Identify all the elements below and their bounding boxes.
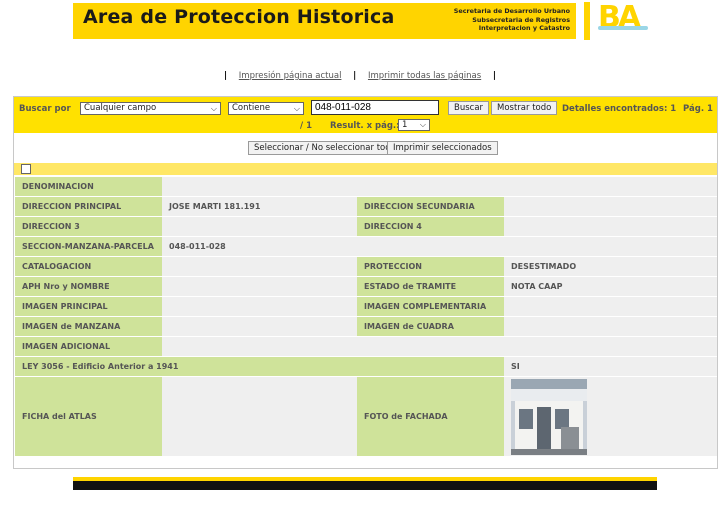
page-title: Area de Proteccion Historica xyxy=(83,6,395,28)
search-bar: Buscar por Cualquier campo ⌵ Contiene ⌵ … xyxy=(14,97,717,133)
facade-photo[interactable] xyxy=(511,378,587,455)
field-label: DIRECCION SECUNDARIA xyxy=(357,197,504,217)
field-value xyxy=(162,277,357,297)
field-value xyxy=(504,297,717,317)
field-label: DIRECCION PRINCIPAL xyxy=(15,197,162,217)
records-found-label: Detalles encontrados: 1 xyxy=(562,104,677,114)
chevron-down-icon: ⌵ xyxy=(210,104,217,113)
subtitle-line: Subsecretaria de Registros xyxy=(472,15,570,24)
field-value xyxy=(504,377,717,457)
field-value xyxy=(162,177,717,197)
search-by-label: Buscar por xyxy=(19,104,71,114)
field-value: 048-011-028 xyxy=(162,237,717,257)
table-row: IMAGEN ADICIONAL xyxy=(15,337,717,357)
table-row: SECCION-MANZANA-PARCELA 048-011-028 xyxy=(15,237,717,257)
table-row: APH Nro y NOMBRE ESTADO de TRAMITE NOTA … xyxy=(15,277,717,297)
header-subtitle: Secretaria de Desarrollo Urbano Subsecre… xyxy=(454,7,570,33)
logo-bar xyxy=(584,2,590,40)
field-value: DESESTIMADO xyxy=(504,257,717,277)
field-select[interactable]: Cualquier campo ⌵ xyxy=(80,102,221,115)
field-label: IMAGEN de CUADRA xyxy=(357,317,504,337)
field-value xyxy=(162,297,357,317)
field-label: DIRECCION 3 xyxy=(15,217,162,237)
field-label: IMAGEN ADICIONAL xyxy=(15,337,162,357)
link-separator: | xyxy=(492,71,496,81)
field-label: IMAGEN de MANZANA xyxy=(15,317,162,337)
show-all-button[interactable]: Mostrar todo xyxy=(491,101,558,115)
field-value: SI xyxy=(504,357,717,377)
field-value xyxy=(162,217,357,237)
link-separator: | xyxy=(223,71,228,81)
page-number-label: Pág. 1 xyxy=(683,104,713,114)
table-row: CATALOGACION PROTECCION DESESTIMADO xyxy=(15,257,717,277)
field-value: NOTA CAAP xyxy=(504,277,717,297)
select-all-button[interactable]: Seleccionar / No seleccionar todo xyxy=(248,141,402,155)
field-label: SECCION-MANZANA-PARCELA xyxy=(15,237,162,257)
field-label: APH Nro y NOMBRE xyxy=(15,277,162,297)
actions-row: Seleccionar / No seleccionar todo Imprim… xyxy=(14,139,717,157)
logo-accent xyxy=(598,26,648,30)
print-selected-button[interactable]: Imprimir seleccionados xyxy=(387,141,498,155)
record-checkbox[interactable] xyxy=(21,164,31,174)
header-banner: Area de Proteccion Historica Secretaria … xyxy=(73,3,576,39)
field-label: IMAGEN COMPLEMENTARIA xyxy=(357,297,504,317)
results-panel: Buscar por Cualquier campo ⌵ Contiene ⌵ … xyxy=(13,96,718,469)
field-value xyxy=(162,257,357,277)
facade-photo-image xyxy=(511,378,587,455)
print-links: | Impresión página actual | Imprimir tod… xyxy=(0,71,720,81)
table-row: DIRECCION 3 DIRECCION 4 xyxy=(15,217,717,237)
link-separator: | xyxy=(353,71,357,81)
table-row: IMAGEN PRINCIPAL IMAGEN COMPLEMENTARIA xyxy=(15,297,717,317)
table-row: DIRECCION PRINCIPAL JOSE MARTI 181.191 D… xyxy=(15,197,717,217)
field-label: IMAGEN PRINCIPAL xyxy=(15,297,162,317)
results-per-page-label: Result. x pág.: xyxy=(330,121,400,131)
table-row: LEY 3056 - Edificio Anterior a 1941 SI xyxy=(15,357,717,377)
page-total-label: / 1 xyxy=(300,121,312,131)
record-select-row xyxy=(14,163,717,175)
table-row: DENOMINACION xyxy=(15,177,717,197)
field-value xyxy=(504,197,717,217)
field-label: DIRECCION 4 xyxy=(357,217,504,237)
search-input[interactable]: 048-011-028 xyxy=(311,100,439,115)
field-label: CATALOGACION xyxy=(15,257,162,277)
chevron-down-icon: ⌵ xyxy=(419,120,426,129)
field-label: LEY 3056 - Edificio Anterior a 1941 xyxy=(15,357,504,377)
field-value: JOSE MARTI 181.191 xyxy=(162,197,357,217)
results-per-page-value: 1 xyxy=(402,120,408,130)
field-value xyxy=(504,217,717,237)
field-value xyxy=(162,317,357,337)
field-label: DENOMINACION xyxy=(15,177,162,197)
field-value xyxy=(162,377,357,457)
field-label: FOTO de FACHADA xyxy=(357,377,504,457)
field-label: ESTADO de TRAMITE xyxy=(357,277,504,297)
table-row: IMAGEN de MANZANA IMAGEN de CUADRA xyxy=(15,317,717,337)
operator-select-value: Contiene xyxy=(232,103,271,113)
field-value xyxy=(162,337,717,357)
search-button[interactable]: Buscar xyxy=(448,101,490,115)
field-value xyxy=(504,317,717,337)
field-select-value: Cualquier campo xyxy=(84,103,157,113)
print-all-pages-link[interactable]: Imprimir todas las páginas xyxy=(368,71,481,81)
footer-bar xyxy=(73,477,657,490)
print-current-page-link[interactable]: Impresión página actual xyxy=(239,71,342,81)
subtitle-line: Secretaria de Desarrollo Urbano xyxy=(453,7,570,15)
operator-select[interactable]: Contiene ⌵ xyxy=(228,102,304,115)
results-per-page-select[interactable]: 1 ⌵ xyxy=(398,119,430,131)
subtitle-line: Interpretacion y Catastro xyxy=(478,24,570,33)
field-label: FICHA del ATLAS xyxy=(15,377,162,457)
ba-logo: BA xyxy=(584,0,658,40)
record-table: DENOMINACION DIRECCION PRINCIPAL JOSE MA… xyxy=(15,177,717,457)
field-label: PROTECCION xyxy=(357,257,504,277)
chevron-down-icon: ⌵ xyxy=(293,104,300,113)
table-row: FICHA del ATLAS FOTO de FACHADA xyxy=(15,377,717,457)
